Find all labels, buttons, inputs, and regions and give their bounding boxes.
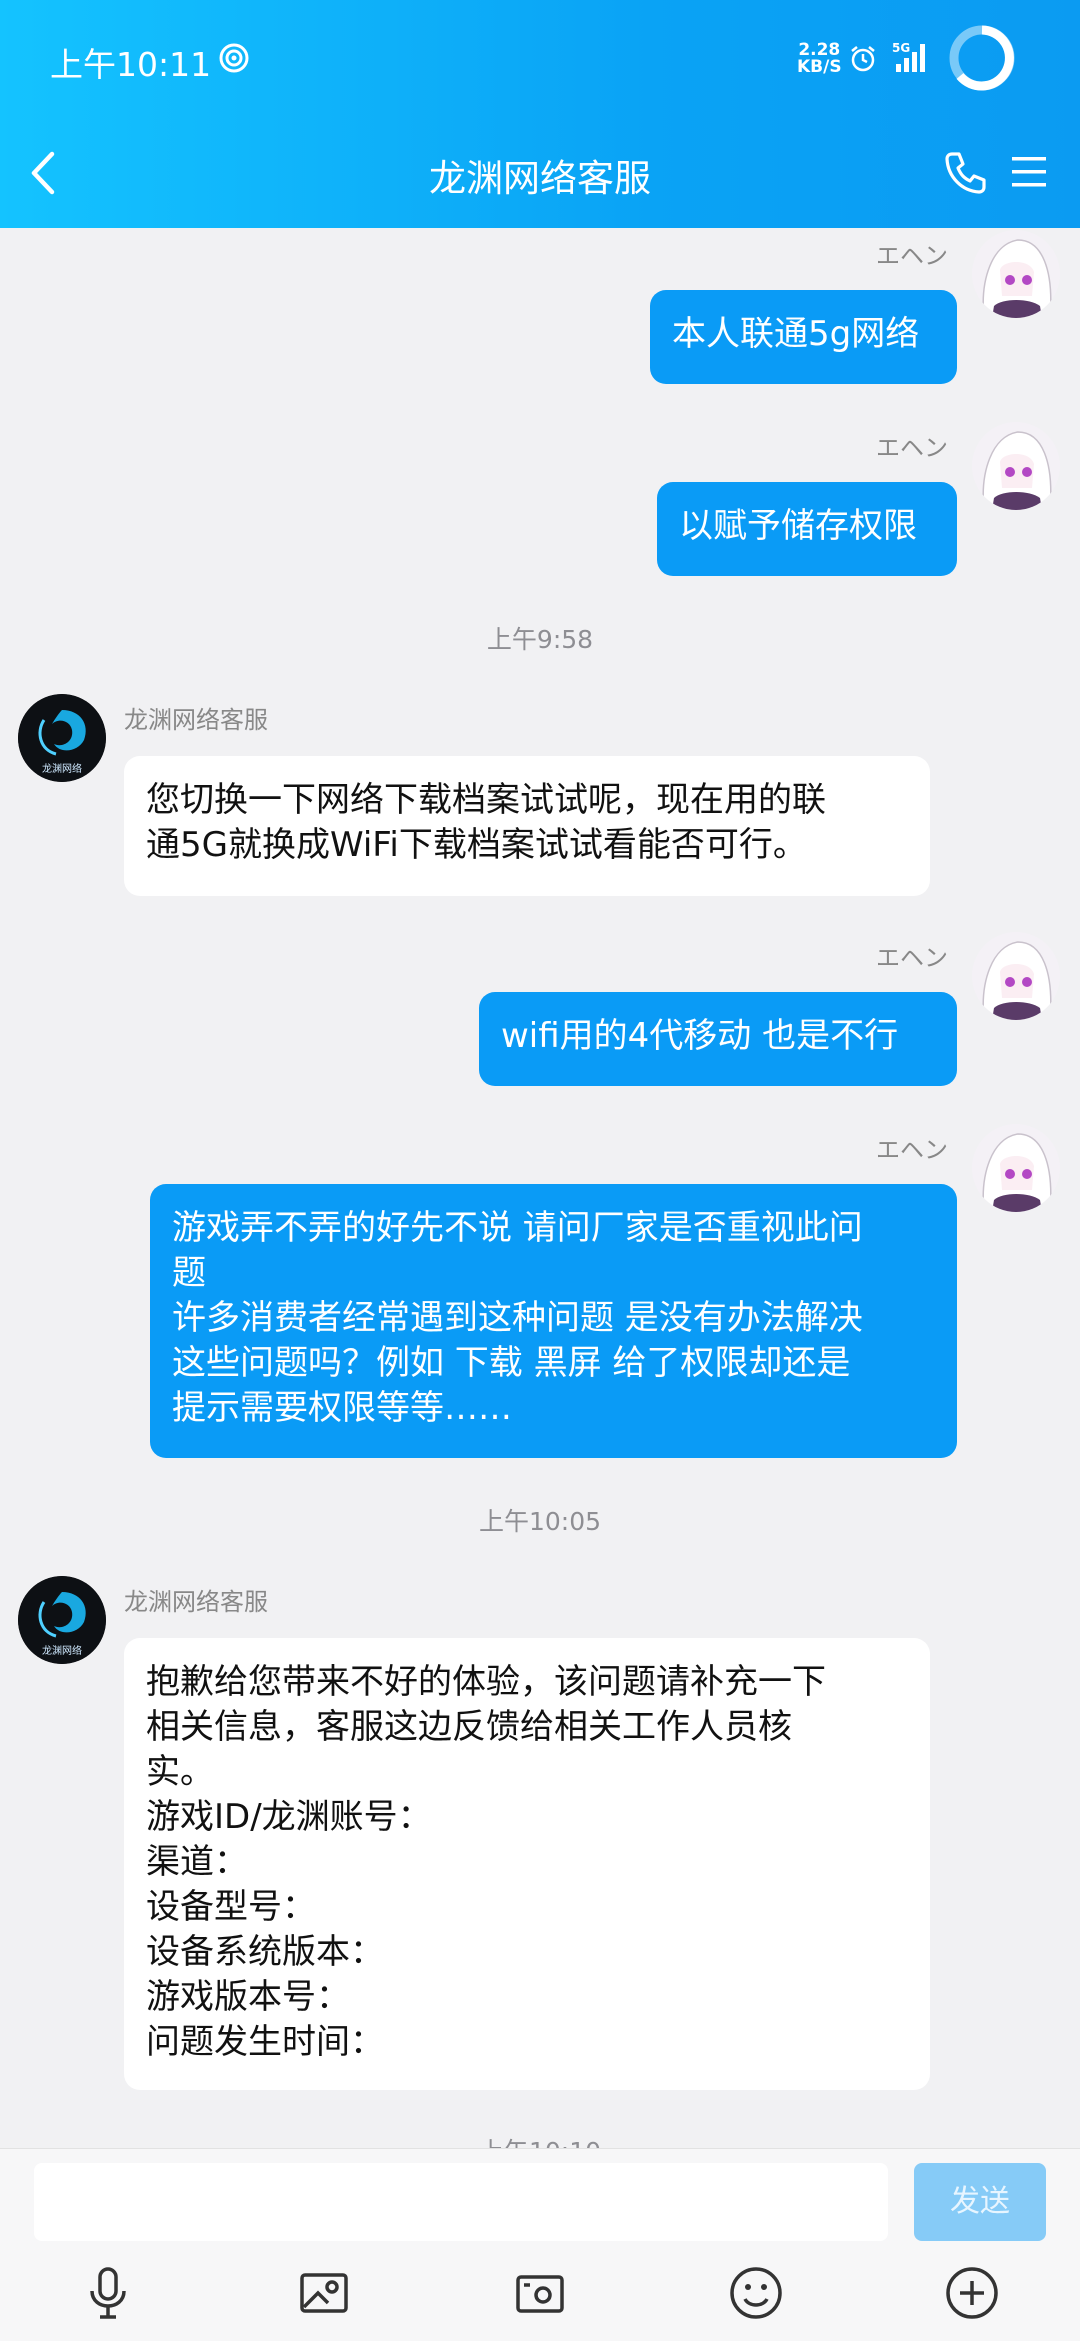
incoming-message[interactable]: 您切换一下网络下载档案试试呢，现在用的联 通5G就换成WiFi下载档案试试看能否… — [124, 756, 930, 896]
send-button[interactable]: 发送 — [914, 2163, 1046, 2241]
message-timestamp: 上午10:05 — [478, 1507, 602, 1536]
network-speed-unit: KB/S — [797, 57, 842, 77]
message-input[interactable] — [34, 2163, 888, 2241]
input-bar: 发送 — [0, 2148, 1080, 2341]
user-avatar[interactable] — [972, 230, 1060, 318]
battery-ring-icon — [949, 25, 1015, 91]
incoming-message[interactable]: 抱歉给您带来不好的体验，该问题请补充一下 相关信息，客服这边反馈给相关工作人员核… — [124, 1638, 930, 2090]
plus-icon[interactable] — [942, 2263, 1002, 2323]
signal-icon: 5G — [892, 41, 925, 72]
top-bar: 上午10:11 2.28 KB/S 5G 龙渊网络客服 — [0, 0, 1080, 228]
sender-name: エヘン — [876, 434, 948, 462]
service-avatar[interactable]: 龙渊网络 — [18, 694, 106, 782]
sender-name: エヘン — [876, 242, 948, 270]
service-avatar[interactable]: 龙渊网络 — [18, 1576, 106, 1664]
image-icon[interactable] — [294, 2263, 354, 2323]
user-avatar[interactable] — [972, 932, 1060, 1020]
alarm-icon — [851, 46, 875, 72]
sender-name: 龙渊网络客服 — [124, 706, 268, 734]
user-avatar[interactable] — [972, 422, 1060, 510]
outgoing-message[interactable]: 以赋予储存权限 — [657, 482, 957, 576]
emoji-icon[interactable] — [726, 2263, 786, 2323]
sender-name: 龙渊网络客服 — [124, 1588, 268, 1616]
user-avatar[interactable] — [972, 1124, 1060, 1212]
signal-label: 5G — [892, 41, 910, 55]
outgoing-message[interactable]: 本人联通5g网络 — [650, 290, 957, 384]
camera-icon[interactable] — [510, 2263, 570, 2323]
avatar-logo-text: 龙渊网络 — [42, 762, 82, 775]
outgoing-message[interactable]: wifi用的4代移动 也是不行 — [479, 992, 957, 1086]
sender-name: エヘン — [876, 944, 948, 972]
chat-title: 龙渊网络客服 — [429, 157, 651, 200]
menu-icon[interactable] — [1010, 154, 1048, 190]
message-timestamp: 上午9:58 — [486, 625, 594, 654]
network-speed: 2.28 KB/S — [797, 42, 842, 76]
microphone-icon[interactable] — [78, 2263, 138, 2323]
hotspot-icon — [219, 43, 249, 73]
outgoing-message[interactable]: 游戏弄不弄的好先不说 请问厂家是否重视此问 题 许多消费者经常遇到这种问题 是没… — [150, 1184, 957, 1458]
status-time: 上午10:11 — [50, 45, 212, 84]
phone-icon[interactable] — [942, 148, 990, 196]
sender-name: エヘン — [876, 1136, 948, 1164]
avatar-logo-text: 龙渊网络 — [42, 1644, 82, 1657]
